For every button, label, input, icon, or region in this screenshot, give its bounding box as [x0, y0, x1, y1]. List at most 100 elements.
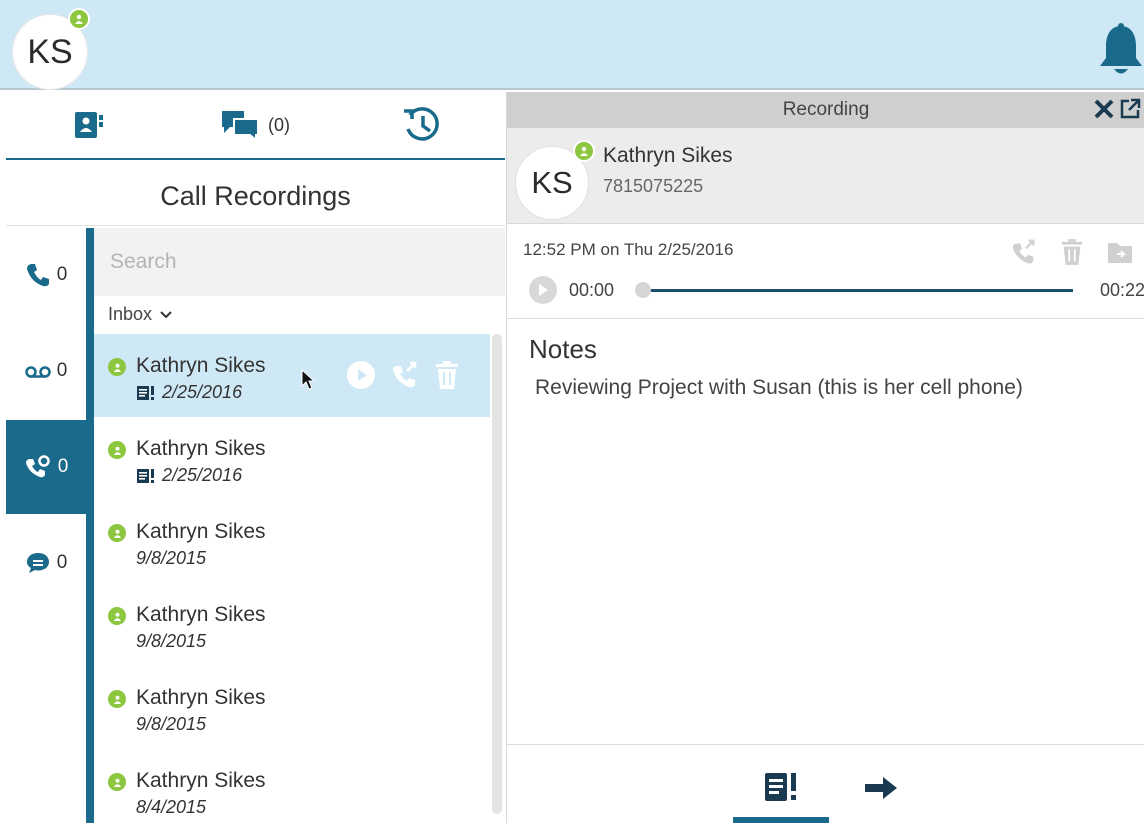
- recording-date: 2/25/2016: [136, 465, 242, 486]
- folder-label: Inbox: [108, 304, 153, 324]
- progress-track[interactable]: [643, 289, 1073, 292]
- note-icon: [137, 468, 154, 483]
- recording-detail-panel: Recording KS Kathryn Sikes 7815075225 12…: [506, 92, 1144, 823]
- notes-text[interactable]: Reviewing Project with Susan (this is he…: [535, 376, 1023, 400]
- presence-icon: [108, 690, 126, 708]
- folder-dropdown[interactable]: Inbox: [108, 304, 172, 325]
- recording-date: 8/4/2015: [136, 797, 206, 818]
- notes-title: Notes: [529, 334, 597, 364]
- list-item[interactable]: Kathryn Sikes 2/25/2016: [94, 417, 490, 500]
- search-input[interactable]: [94, 228, 505, 296]
- popout-icon[interactable]: [1119, 98, 1141, 120]
- recording-type-nav: 0 0 0 0: [6, 228, 86, 823]
- list-item[interactable]: Kathryn Sikes 9/8/2015: [94, 666, 490, 749]
- contact-name: Kathryn Sikes: [136, 354, 266, 377]
- recording-date-text: 2/25/2016: [162, 465, 243, 485]
- detail-header: Recording: [507, 92, 1144, 128]
- contact-name: Kathryn Sikes: [136, 437, 266, 460]
- recording-date-text: 9/8/2015: [136, 631, 207, 651]
- top-bar: KS: [0, 0, 1144, 90]
- play-icon[interactable]: [346, 360, 376, 390]
- chevron-down-icon: [160, 310, 172, 318]
- list-item[interactable]: Kathryn Sikes 9/8/2015: [94, 583, 490, 666]
- messages-count: (0): [268, 114, 290, 135]
- play-button[interactable]: [529, 276, 557, 304]
- recording-date-text: 8/4/2015: [136, 797, 207, 817]
- nav-voicemail-count: 0: [56, 360, 68, 381]
- nav-calls-count: 0: [56, 264, 68, 285]
- presence-icon: [108, 773, 126, 791]
- forward-arrow-icon[interactable]: [863, 775, 899, 801]
- note-icon: [137, 385, 154, 400]
- history-icon: [403, 107, 439, 141]
- presence-icon: [68, 8, 90, 30]
- row-actions: [346, 360, 460, 390]
- phone-icon: [26, 264, 49, 287]
- trash-icon[interactable]: [1060, 238, 1084, 266]
- list-item[interactable]: Kathryn Sikes 2/25/2016: [94, 334, 490, 417]
- presence-icon: [108, 441, 126, 459]
- nav-call-recordings-count: 0: [57, 456, 69, 477]
- audio-player: 00:00 00:22: [529, 276, 1144, 306]
- chat-icon: [26, 553, 49, 573]
- nav-chat-count: 0: [56, 552, 68, 573]
- nav-divider: [86, 228, 94, 823]
- contact-name: Kathryn Sikes: [136, 686, 266, 709]
- divider: [507, 318, 1144, 319]
- recording-date: 9/8/2015: [136, 548, 206, 569]
- user-initials: KS: [27, 32, 73, 71]
- recording-date-text: 2/25/2016: [162, 382, 243, 402]
- list-item[interactable]: Kathryn Sikes 8/4/2015: [94, 749, 490, 832]
- contacts-icon: [75, 112, 103, 138]
- nav-call-recordings[interactable]: 0: [6, 420, 86, 514]
- recording-date-text: 9/8/2015: [136, 714, 207, 734]
- call-back-icon[interactable]: [1010, 238, 1038, 266]
- current-time: 00:00: [569, 280, 615, 300]
- recording-date: 2/25/2016: [136, 382, 242, 403]
- detail-header-title: Recording: [782, 99, 870, 120]
- notes-icon[interactable]: [763, 771, 799, 803]
- list-item[interactable]: Kathryn Sikes 9/8/2015: [94, 500, 490, 583]
- recordings-list-panel: Inbox Kathryn Sikes 2/25/2016: [94, 228, 505, 823]
- presence-icon: [108, 524, 126, 542]
- nav-calls[interactable]: 0: [6, 228, 86, 322]
- contact-name: Kathryn Sikes: [603, 144, 733, 167]
- recording-date: 9/8/2015: [136, 631, 206, 652]
- progress-handle[interactable]: [635, 282, 651, 298]
- recording-date: 9/8/2015: [136, 714, 206, 735]
- tab-contacts[interactable]: [6, 92, 172, 158]
- nav-voicemail[interactable]: 0: [6, 324, 86, 418]
- tab-history[interactable]: [338, 92, 837, 166]
- presence-icon: [108, 607, 126, 625]
- recording-date-text: 9/8/2015: [136, 548, 207, 568]
- left-panel: (0) Call Recordings 0 0 0 0 Search Inbox…: [0, 92, 837, 823]
- nav-chat[interactable]: 0: [6, 516, 86, 610]
- tab-messages[interactable]: (0): [172, 92, 338, 158]
- contact-phone: 7815075225: [603, 176, 704, 196]
- move-to-folder-icon[interactable]: [1106, 239, 1134, 265]
- presence-icon: [573, 140, 595, 162]
- total-time: 00:22: [1099, 280, 1144, 300]
- call-back-icon[interactable]: [390, 360, 420, 390]
- presence-icon: [108, 358, 126, 376]
- contact-name: Kathryn Sikes: [136, 520, 266, 543]
- section-title: Call Recordings: [6, 168, 505, 226]
- recording-timestamp: 12:52 PM on Thu 2/25/2016: [523, 240, 734, 259]
- active-footer-indicator: [733, 817, 829, 823]
- contact-initials: KS: [531, 165, 573, 200]
- call-recording-icon: [25, 455, 50, 478]
- contact-name: Kathryn Sikes: [136, 603, 266, 626]
- detail-footer: [507, 744, 1144, 823]
- tab-bar: (0): [6, 92, 837, 166]
- close-icon[interactable]: [1093, 98, 1115, 120]
- notifications-bell-icon[interactable]: [1098, 22, 1144, 78]
- trash-icon[interactable]: [434, 360, 460, 390]
- play-icon: [539, 284, 548, 296]
- messages-icon: [222, 111, 259, 141]
- contact-name: Kathryn Sikes: [136, 769, 266, 792]
- recordings-list: Kathryn Sikes 2/25/2016 Kathryn Sikes 2/…: [94, 334, 492, 832]
- voicemail-icon: [24, 366, 51, 378]
- detail-contact: KS Kathryn Sikes 7815075225: [507, 128, 1144, 224]
- detail-toolbar: [1010, 238, 1134, 266]
- list-scrollbar[interactable]: [492, 334, 502, 814]
